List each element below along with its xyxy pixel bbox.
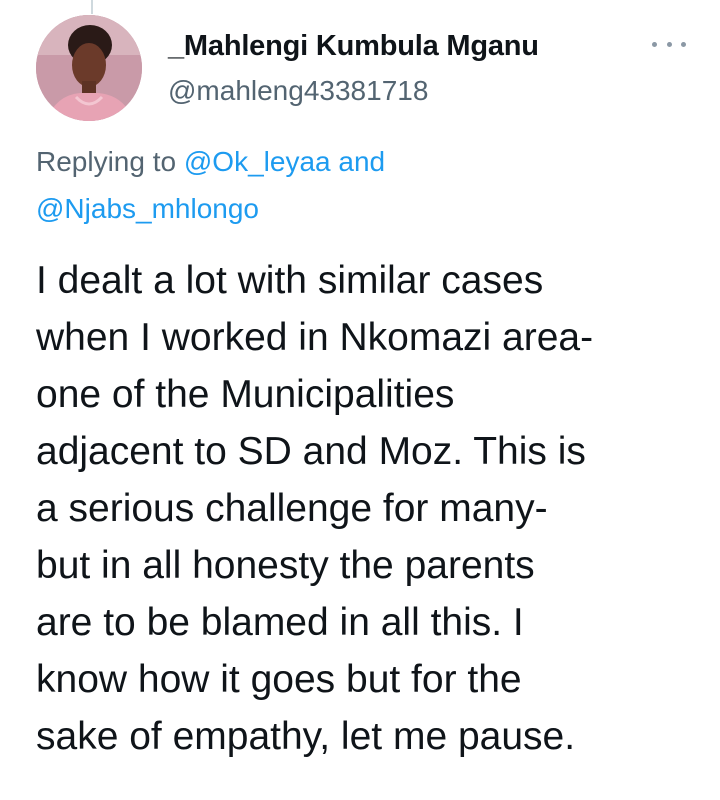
- author-display-name[interactable]: _Mahlengi Kumbula Mganu: [168, 30, 539, 63]
- tweet-text-line: sake of empathy, let me pause.: [36, 715, 576, 758]
- mention-link-ok-leyaa[interactable]: @Ok_leyaa: [184, 146, 331, 177]
- tweet-text-line: adjacent to SD and Moz. This is: [36, 430, 586, 473]
- tweet-text-line: but in all honesty the parents: [36, 544, 535, 587]
- tweet-text-line: know how it goes but for the: [36, 658, 522, 701]
- avatar[interactable]: [36, 15, 142, 121]
- tweet-text: I dealt a lot with similar cases when I …: [36, 252, 706, 765]
- replying-to-line-2: @Njabs_mhlongo: [36, 193, 259, 225]
- profile-photo-icon: [36, 15, 142, 121]
- author-handle[interactable]: @mahleng43381718: [168, 75, 428, 107]
- tweet-text-line: a serious challenge for many-: [36, 487, 548, 530]
- more-dot: [681, 41, 686, 47]
- thread-connector-line: [91, 0, 93, 14]
- mention-joiner[interactable]: and: [338, 146, 385, 177]
- tweet-text-line: I dealt a lot with similar cases: [36, 259, 544, 302]
- tweet-text-line: when I worked in Nkomazi area-: [36, 316, 594, 359]
- more-dot: [666, 41, 672, 47]
- replying-to-line: Replying to @Ok_leyaa and: [36, 146, 385, 178]
- more-dot: [652, 41, 657, 47]
- tweet-text-line: one of the Municipalities: [36, 373, 455, 416]
- tweet-text-line: are to be blamed in all this. I: [36, 601, 524, 644]
- more-options-icon[interactable]: [652, 36, 686, 52]
- replying-to-prefix: Replying to: [36, 146, 177, 177]
- mention-link-njabs-mhlongo[interactable]: @Njabs_mhlongo: [36, 193, 259, 224]
